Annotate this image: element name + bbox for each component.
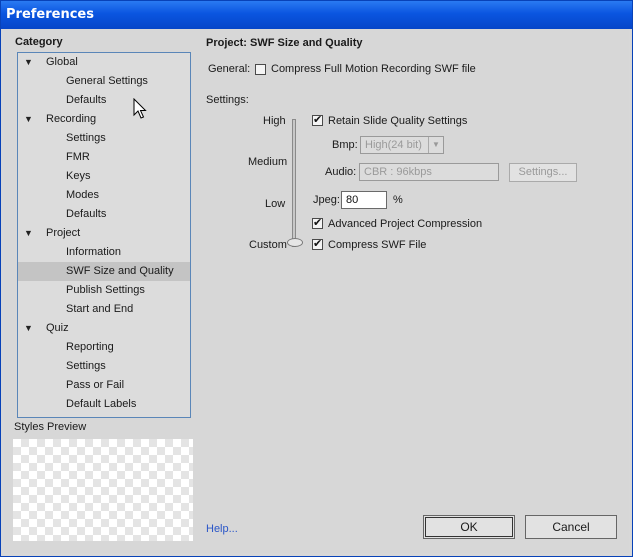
tree-item-label: Settings [66, 132, 106, 144]
tree-item-label: General Settings [66, 75, 148, 87]
quality-low[interactable]: Low [265, 198, 285, 210]
tree-item[interactable]: General Settings [18, 72, 190, 91]
bmp-label: Bmp: [332, 139, 358, 151]
mouse-pointer-icon [133, 98, 147, 119]
tree-item-label: Default Labels [66, 398, 137, 410]
category-heading: Category [15, 36, 63, 48]
jpeg-quality-input[interactable]: 80 [341, 191, 387, 209]
tree-item-label: Settings [66, 360, 106, 372]
jpeg-label: Jpeg: [313, 194, 340, 206]
preferences-window: Preferences Category ▼ Global General Sett… [0, 0, 633, 557]
advanced-compression-checkbox[interactable] [312, 216, 323, 229]
quality-custom[interactable]: Custom [249, 239, 287, 251]
tree-item-label: Information [66, 246, 122, 258]
bmp-value: High(24 bit) [365, 139, 422, 151]
tree-item-label: Pass or Fail [66, 379, 125, 391]
tree-item[interactable]: Reporting [18, 338, 190, 357]
tree-item[interactable]: ▼ Recording [18, 110, 190, 129]
compress-fmr-checkbox[interactable] [255, 64, 266, 75]
advanced-compression-label: Advanced Project Compression [328, 218, 483, 230]
tree-item[interactable]: Settings [18, 129, 190, 148]
jpeg-unit: % [393, 194, 403, 206]
tree-item[interactable]: Start and End [18, 300, 190, 319]
tree-item-label: Quiz [46, 322, 69, 334]
help-link[interactable]: Help... [206, 523, 238, 535]
tree-item-label: Keys [66, 170, 91, 182]
general-label: General: [208, 63, 251, 75]
tree-item-label: Modes [66, 189, 100, 201]
compress-fmr-label: Compress Full Motion Recording SWF file [271, 63, 476, 75]
cancel-button[interactable]: Cancel [525, 515, 617, 539]
tree-item[interactable]: Defaults [18, 205, 190, 224]
audio-settings-button[interactable]: Settings... [509, 163, 577, 182]
chevron-down-icon: ▼ [428, 137, 443, 153]
window-title: Preferences [6, 7, 94, 22]
tree-item[interactable]: ▼ Global [18, 53, 190, 72]
tree-item[interactable]: Default Labels [18, 395, 190, 414]
tree-item-label: Recording [46, 113, 97, 125]
tree-item-label: Global [46, 56, 78, 68]
tree-item[interactable]: ▼ Quiz [18, 319, 190, 338]
tree-item-label: Defaults [66, 208, 107, 220]
dialog-body: Category ▼ Global General Settings Defaults… [4, 29, 629, 553]
tree-item[interactable]: ▼ Project [18, 224, 190, 243]
audio-value: CBR : 96kbps [364, 166, 432, 178]
tree-item[interactable]: FMR [18, 148, 190, 167]
tree-item[interactable]: Keys [18, 167, 190, 186]
expand-triangle-icon[interactable]: ▼ [24, 53, 33, 72]
tree-item[interactable]: Pass or Fail [18, 376, 190, 395]
tree-item[interactable]: Publish Settings [18, 281, 190, 300]
tree-item-label: FMR [66, 151, 90, 163]
audio-field[interactable]: CBR : 96kbps [359, 163, 499, 181]
retain-quality-checkbox[interactable] [312, 113, 323, 126]
compress-swf-checkbox[interactable] [312, 237, 323, 250]
tree-item-label: Start and End [66, 303, 134, 315]
quality-medium[interactable]: Medium [248, 156, 287, 168]
styles-preview-canvas [13, 439, 193, 541]
styles-preview-label: Styles Preview [14, 421, 87, 433]
retain-quality-label: Retain Slide Quality Settings [328, 115, 468, 127]
expand-triangle-icon[interactable]: ▼ [24, 224, 33, 243]
tree-item[interactable]: Defaults [18, 91, 190, 110]
settings-label: Settings: [206, 94, 249, 106]
compress-swf-label: Compress SWF File [328, 239, 427, 251]
quality-high[interactable]: High [263, 115, 286, 127]
category-tree[interactable]: ▼ Global General Settings Defaults ▼ Recordin… [17, 52, 191, 418]
expand-triangle-icon[interactable]: ▼ [24, 319, 33, 338]
ok-button[interactable]: OK [423, 515, 515, 539]
tree-item[interactable]: Settings [18, 357, 190, 376]
tree-item-label: SWF Size and Quality [66, 265, 174, 277]
expand-triangle-icon[interactable]: ▼ [24, 110, 33, 129]
tree-item[interactable]: SWF Size and Quality [18, 262, 190, 281]
quality-slider-track[interactable] [292, 119, 296, 247]
tree-item-label: Reporting [66, 341, 114, 353]
quality-slider-handle[interactable] [287, 238, 303, 247]
tree-item-label: Defaults [66, 94, 107, 106]
title-bar[interactable]: Preferences [1, 1, 632, 29]
tree-item-label: Project [46, 227, 81, 239]
bmp-dropdown[interactable]: High(24 bit) ▼ [360, 136, 444, 154]
tree-item[interactable]: Information [18, 243, 190, 262]
tree-item[interactable]: Modes [18, 186, 190, 205]
tree-item-label: Publish Settings [66, 284, 145, 296]
audio-label: Audio: [325, 166, 357, 178]
panel-title: Project: SWF Size and Quality [206, 37, 363, 49]
